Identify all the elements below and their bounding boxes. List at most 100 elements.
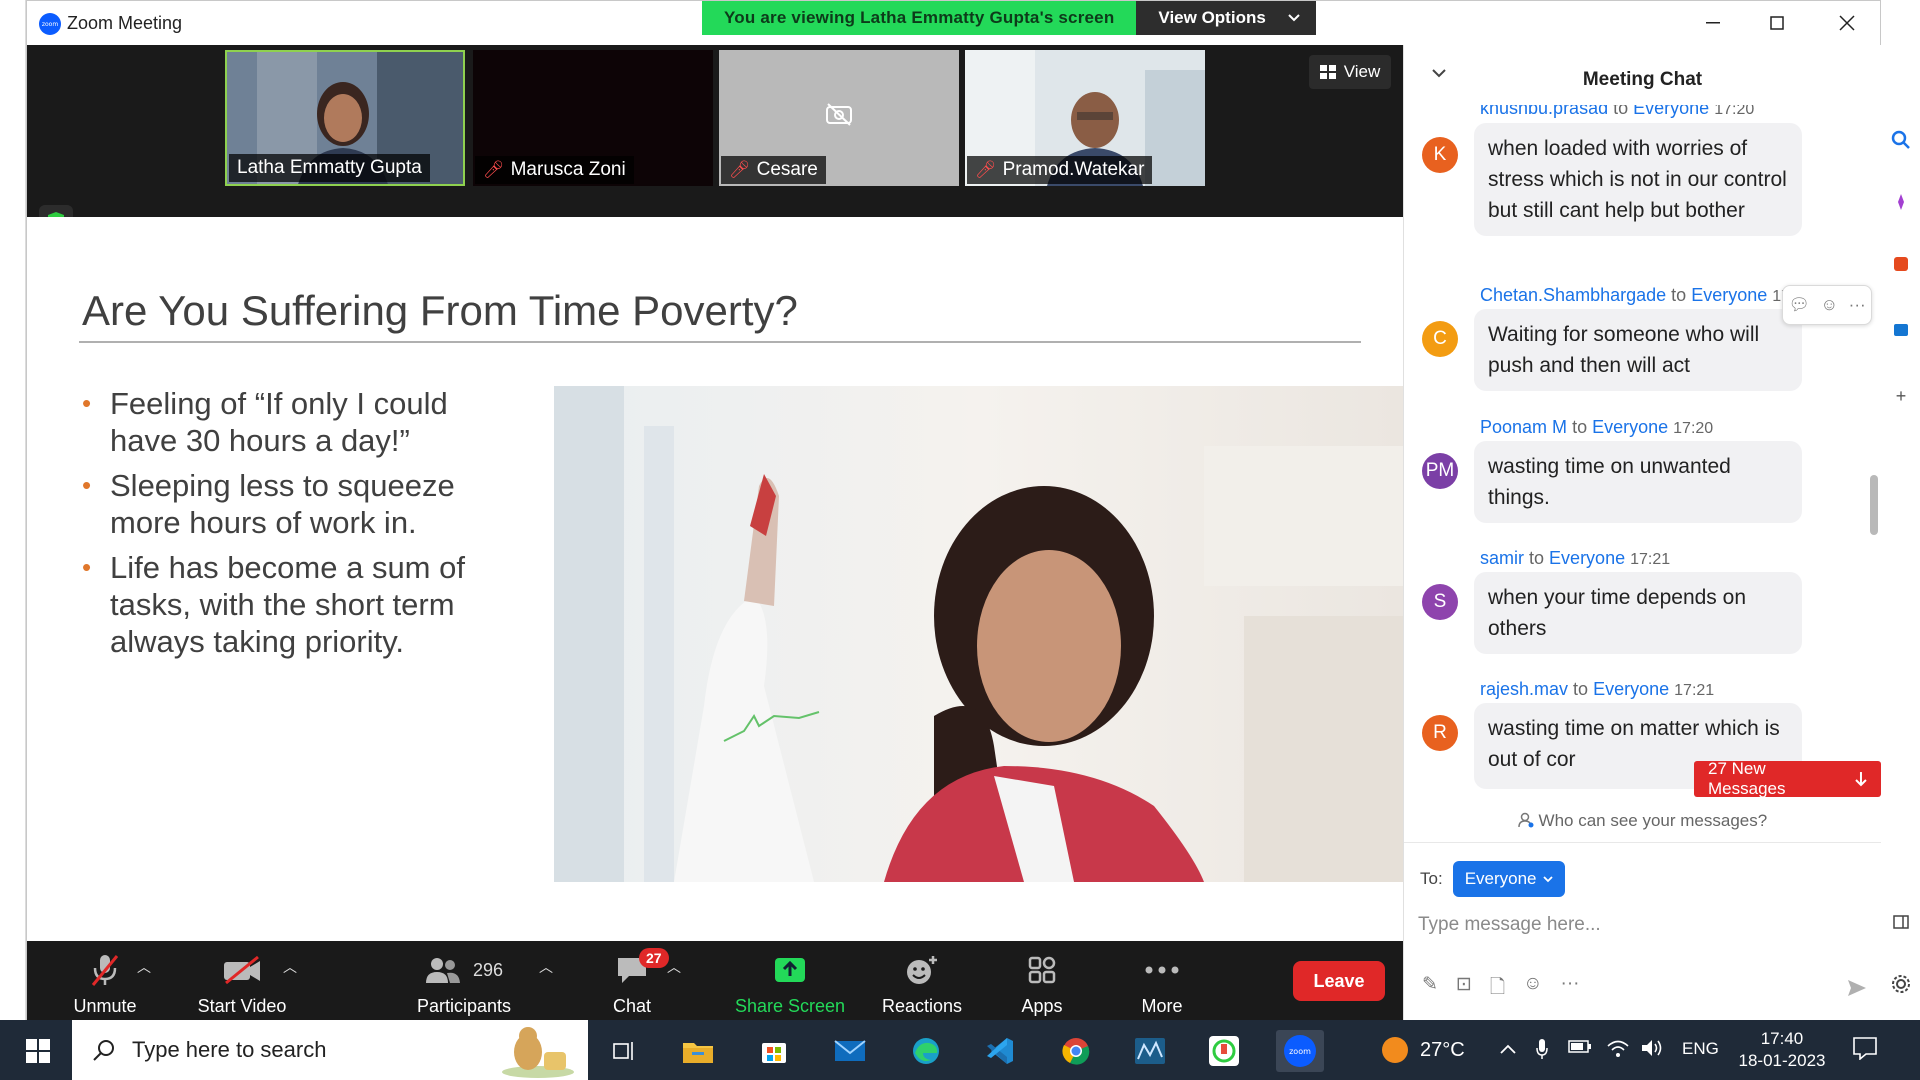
chat-options-caret[interactable]: ︿ — [667, 957, 681, 977]
maximize-button[interactable] — [1757, 9, 1797, 37]
audio-options-caret[interactable]: ︿ — [137, 957, 151, 977]
view-layout-button[interactable]: View — [1309, 55, 1391, 89]
chevron-down-icon — [1542, 875, 1553, 882]
add-icon[interactable]: + — [1889, 384, 1913, 408]
outlook-icon[interactable] — [1889, 318, 1913, 342]
network-tool-icon[interactable] — [1126, 1030, 1174, 1072]
message-sender[interactable]: Chetan.Shambhargade — [1480, 285, 1666, 305]
smiley-add-icon — [905, 950, 939, 990]
message-sender[interactable]: Poonam M — [1480, 417, 1567, 437]
message-sender[interactable]: rajesh.mav — [1480, 679, 1568, 699]
zoom-taskbar-icon[interactable]: zoom — [1276, 1030, 1324, 1072]
chat-tools: ✎︎ ⊡ 🗋︎ ☺︎ ··· — [1422, 973, 1580, 1005]
chat-scrollbar[interactable] — [1870, 475, 1878, 535]
participant-tile[interactable]: Latha Emmatty Gupta — [225, 50, 465, 186]
language-indicator[interactable]: ENG — [1682, 1039, 1719, 1059]
taskbar: zoom 27°C ENG 17:40 18-01-2023 — [0, 1020, 1920, 1080]
volume-icon[interactable] — [1640, 1038, 1664, 1063]
battery-icon[interactable] — [1568, 1038, 1592, 1059]
participant-tile[interactable]: 🎤︎ Cesare — [719, 50, 959, 186]
message-recipient[interactable]: Everyone — [1633, 105, 1709, 118]
message-bubble: Waiting for someone who will push and th… — [1474, 309, 1802, 391]
recipient-row: To: Everyone — [1420, 861, 1565, 897]
participants-count: 296 — [472, 959, 504, 980]
who-can-see-link[interactable]: Who can see your messages? — [1404, 811, 1881, 831]
reply-icon[interactable]: 💬︎ — [1788, 295, 1810, 315]
notifications-icon[interactable] — [1852, 1036, 1882, 1064]
camera-off-icon — [222, 950, 262, 990]
taskbar-search[interactable] — [72, 1020, 588, 1080]
desktop-edge — [0, 0, 26, 1020]
taskbar-search-input[interactable] — [132, 1037, 462, 1063]
panel-icon[interactable] — [1889, 910, 1913, 934]
screenshot-icon[interactable]: ⊡ — [1456, 973, 1472, 1005]
edge-browser-icon[interactable] — [902, 1030, 950, 1072]
send-icon[interactable] — [1842, 973, 1872, 1003]
video-options-caret[interactable]: ︿ — [283, 957, 297, 977]
message-recipient[interactable]: Everyone — [1592, 417, 1668, 437]
more-dots-icon[interactable]: ··· — [1561, 973, 1580, 1005]
message-sender[interactable]: samir — [1480, 548, 1524, 568]
windows-start-icon[interactable] — [14, 1034, 62, 1068]
apps-icon — [1027, 950, 1057, 990]
avatar: R — [1422, 715, 1458, 751]
message-recipient[interactable]: Everyone — [1691, 285, 1767, 305]
leave-button[interactable]: Leave — [1293, 961, 1385, 1001]
slide-bullet: Life has become a sum of tasks, with the… — [82, 549, 502, 660]
file-icon[interactable]: 🗋︎ — [1490, 973, 1505, 1005]
wifi-icon[interactable] — [1606, 1038, 1630, 1063]
apps-button[interactable]: Apps — [997, 947, 1087, 1017]
clock-time: 17:40 — [1760, 1029, 1804, 1048]
shared-slide: Are You Suffering From Time Poverty? Fee… — [27, 217, 1403, 937]
view-options-button[interactable]: View Options — [1136, 1, 1316, 35]
emoji-icon[interactable]: ☺︎ — [1523, 973, 1542, 1005]
view-options-label: View Options — [1158, 8, 1266, 27]
message-sender[interactable]: khushbu.prasad — [1480, 105, 1608, 118]
settings-gear-icon[interactable] — [1889, 972, 1913, 996]
more-dots-icon[interactable]: ··· — [1849, 295, 1866, 315]
minimize-button[interactable] — [1693, 9, 1733, 37]
meeting-stage: Latha Emmatty Gupta 🎤︎ Marusca Zoni 🎤︎ C… — [27, 45, 1403, 941]
add-reaction-icon[interactable]: ☺︎ — [1821, 295, 1838, 315]
weather-widget[interactable]: 27°C — [1380, 1020, 1465, 1080]
chevron-up-icon[interactable] — [1500, 1038, 1516, 1059]
share-screen-button[interactable]: Share Screen — [725, 947, 855, 1017]
microphone-icon[interactable] — [1536, 1038, 1548, 1065]
mic-muted-icon: 🎤︎ — [483, 160, 505, 179]
close-button[interactable] — [1827, 9, 1867, 37]
format-text-icon[interactable]: ✎︎ — [1422, 973, 1438, 1005]
avatar: K — [1422, 137, 1458, 173]
participants-options-caret[interactable]: ︿ — [539, 957, 553, 977]
clock[interactable]: 17:40 18-01-2023 — [1736, 1028, 1828, 1072]
copilot-icon[interactable] — [1889, 190, 1913, 214]
zoom-meeting-window: zoom Zoom Meeting You are viewing Latha … — [26, 0, 1881, 1021]
task-view-icon[interactable] — [600, 1030, 648, 1072]
chat-button[interactable]: 27 Chat — [587, 947, 677, 1017]
microsoft-store-icon[interactable] — [750, 1030, 798, 1072]
chrome-icon[interactable] — [1052, 1030, 1100, 1072]
slide-bullet-list: Feeling of “If only I could have 30 hour… — [82, 385, 502, 668]
message-time: 17:21 — [1630, 551, 1671, 568]
slide-bullet: Feeling of “If only I could have 30 hour… — [82, 385, 502, 459]
more-button[interactable]: More — [1117, 947, 1207, 1017]
avatar: C — [1422, 321, 1458, 357]
participant-tile[interactable]: 🎤︎ Pramod.Watekar — [965, 50, 1205, 186]
message-bubble: when your time depends on others — [1474, 572, 1802, 654]
mail-icon[interactable] — [826, 1030, 874, 1072]
file-explorer-icon[interactable] — [674, 1030, 722, 1072]
participant-tile[interactable]: 🎤︎ Marusca Zoni — [473, 50, 713, 186]
office-icon[interactable] — [1889, 252, 1913, 276]
reactions-button[interactable]: Reactions — [867, 947, 977, 1017]
avatar: S — [1422, 584, 1458, 620]
message-time: 17:20 — [1714, 105, 1755, 118]
vpn-app-icon[interactable] — [1200, 1030, 1248, 1072]
message-input[interactable] — [1418, 905, 1858, 945]
recipient-dropdown[interactable]: Everyone — [1452, 861, 1565, 897]
message-recipient[interactable]: Everyone — [1593, 679, 1669, 699]
participants-button[interactable]: 296 Participants — [399, 947, 529, 1017]
vscode-icon[interactable] — [976, 1030, 1024, 1072]
search-icon[interactable] — [1889, 128, 1913, 152]
message-recipient[interactable]: Everyone — [1549, 548, 1625, 568]
new-messages-button[interactable]: 27 New Messages — [1694, 759, 1881, 798]
mic-muted-icon: 🎤︎ — [975, 160, 997, 179]
